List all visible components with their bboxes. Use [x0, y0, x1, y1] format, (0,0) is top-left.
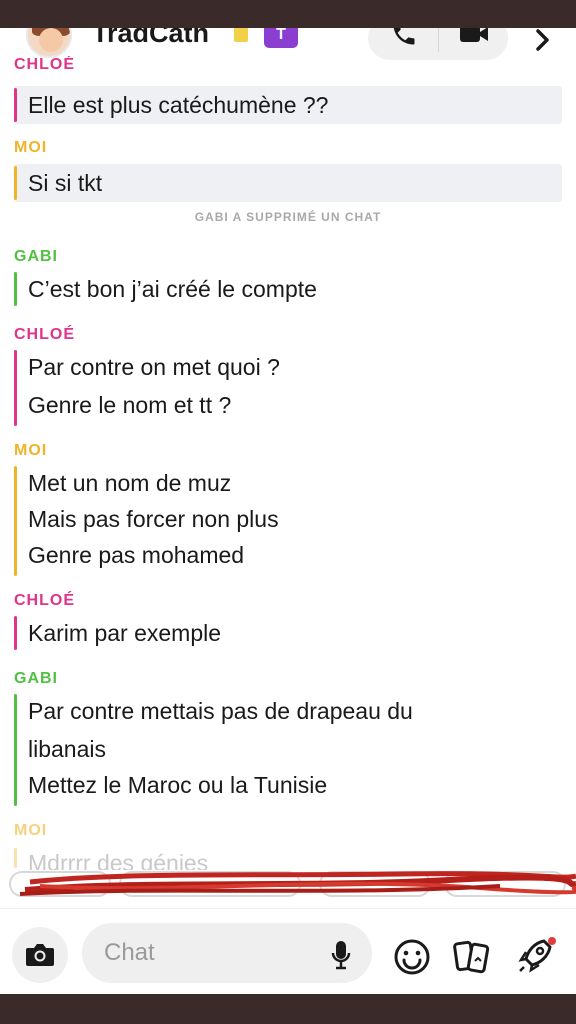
sender-bar	[14, 694, 17, 806]
avatar[interactable]	[26, 28, 72, 58]
composer-bar: Chat	[0, 908, 576, 994]
message-line[interactable]: libanais	[28, 736, 106, 763]
sender-label: MOI	[14, 139, 48, 156]
message-line[interactable]: Genre pas mohamed	[28, 542, 244, 569]
sender-label: CHLOÉ	[14, 56, 75, 70]
redaction-scribble	[9, 871, 576, 897]
group-badge: T	[264, 28, 298, 48]
chat-screen: TradCath T CHLOÉ Elle est plus catéchumè…	[0, 28, 576, 994]
video-icon[interactable]	[458, 28, 490, 46]
sender-bar	[14, 88, 17, 122]
group-emoji-icon	[234, 28, 248, 42]
camera-icon	[26, 944, 54, 966]
chevron-right-icon[interactable]	[530, 28, 554, 52]
message-line[interactable]: Karim par exemple	[28, 620, 221, 647]
chat-header: TradCath T	[0, 28, 576, 64]
smiley-icon[interactable]	[392, 937, 432, 977]
message-line[interactable]: Par contre on met quoi ?	[28, 354, 280, 381]
message-line[interactable]: Met un nom de muz	[28, 470, 231, 497]
sender-bar	[14, 466, 17, 576]
sticker-icon[interactable]	[452, 937, 492, 977]
chat-input[interactable]: Chat	[82, 923, 372, 983]
chat-title[interactable]: TradCath	[92, 28, 209, 49]
sender-label: MOI	[14, 822, 48, 839]
sender-label: CHLOÉ	[14, 592, 75, 609]
sender-label: MOI	[14, 442, 48, 459]
message-line[interactable]: Mettez le Maroc ou la Tunisie	[28, 772, 327, 799]
camera-button[interactable]	[12, 927, 68, 983]
call-controls	[368, 28, 508, 60]
sender-bar	[14, 848, 17, 868]
message-line[interactable]: C’est bon j’ai créé le compte	[28, 276, 317, 303]
sender-bar	[14, 166, 17, 200]
sender-label: GABI	[14, 248, 58, 265]
sender-bar	[14, 616, 17, 650]
phone-icon[interactable]	[390, 28, 418, 48]
sender-label: CHLOÉ	[14, 326, 75, 343]
message-line[interactable]: Genre le nom et tt ?	[28, 392, 231, 419]
microphone-icon[interactable]	[330, 939, 352, 971]
rocket-icon[interactable]	[514, 933, 558, 977]
message-line[interactable]: Mais pas forcer non plus	[28, 506, 279, 533]
sender-label: GABI	[14, 670, 58, 687]
sender-bar	[14, 272, 17, 306]
message-line[interactable]: Elle est plus catéchumène ??	[28, 92, 328, 119]
message-line[interactable]: Si si tkt	[28, 170, 102, 197]
sender-bar	[14, 350, 17, 426]
system-notice: GABI A SUPPRIMÉ UN CHAT	[194, 210, 382, 224]
message-line[interactable]: Par contre mettais pas de drapeau du	[28, 698, 413, 725]
